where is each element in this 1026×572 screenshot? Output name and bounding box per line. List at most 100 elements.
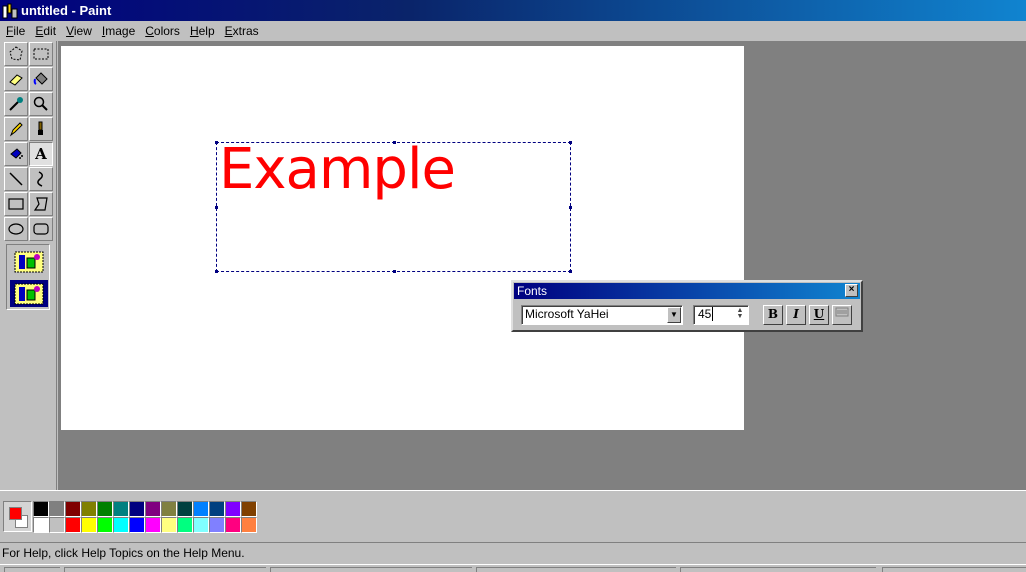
color-swatch[interactable] [49, 517, 65, 533]
color-swatch[interactable] [161, 501, 177, 517]
resize-handle[interactable] [569, 270, 572, 273]
color-swatch[interactable] [145, 517, 161, 533]
color-swatch[interactable] [81, 517, 97, 533]
resize-handle[interactable] [215, 270, 218, 273]
fill-bucket-icon [33, 72, 48, 85]
color-swatch[interactable] [33, 517, 49, 533]
taskbar-segment[interactable] [476, 567, 676, 572]
close-icon[interactable]: × [845, 284, 858, 297]
color-swatch[interactable] [33, 501, 49, 517]
color-swatch[interactable] [193, 517, 209, 533]
color-swatch[interactable] [113, 517, 129, 533]
fill-tool[interactable] [29, 67, 53, 91]
color-swatch[interactable] [161, 517, 177, 533]
rect-select-icon [33, 48, 49, 60]
menu-extras[interactable]: Extras [220, 22, 264, 40]
drawing-canvas[interactable]: Example [61, 46, 744, 430]
opaque-background-option[interactable] [10, 248, 48, 275]
magnifier-icon [33, 96, 48, 111]
font-size-input[interactable]: 45 ▲ ▼ [693, 305, 749, 325]
rounded-rect-tool[interactable] [29, 217, 53, 241]
taskbar-segment[interactable] [680, 567, 876, 572]
resize-handle[interactable] [393, 270, 396, 273]
color-swatch[interactable] [129, 501, 145, 517]
color-swatch[interactable] [177, 501, 193, 517]
transparent-background-option[interactable] [10, 280, 48, 307]
taskbar-segment[interactable] [270, 567, 472, 572]
color-picker-tool[interactable] [4, 92, 28, 116]
resize-handle[interactable] [569, 141, 572, 144]
italic-button[interactable]: I [786, 305, 806, 325]
resize-handle[interactable] [569, 206, 572, 209]
rectangle-tool[interactable] [4, 192, 28, 216]
canvas-text[interactable]: Example [219, 137, 456, 202]
color-swatch[interactable] [209, 517, 225, 533]
current-colors [3, 501, 32, 532]
eraser-tool[interactable] [4, 67, 28, 91]
paint-app-icon[interactable] [2, 3, 18, 19]
font-size-value: 45 [698, 307, 712, 321]
tool-options [6, 244, 50, 310]
ellipse-tool[interactable] [4, 217, 28, 241]
foreground-color[interactable] [9, 507, 22, 520]
color-swatch[interactable] [81, 501, 97, 517]
color-swatch[interactable] [193, 501, 209, 517]
chevron-down-icon[interactable]: ▼ [667, 307, 681, 323]
fonts-toolbar-title[interactable]: Fonts × [514, 283, 860, 299]
taskbar-segment[interactable] [4, 567, 60, 572]
menu-view[interactable]: View [61, 22, 97, 40]
pencil-tool[interactable] [4, 117, 28, 141]
status-text: For Help, click Help Topics on the Help … [2, 546, 245, 560]
vertical-text-icon [835, 307, 849, 317]
menu-colors[interactable]: Colors [140, 22, 185, 40]
color-swatch[interactable] [97, 517, 113, 533]
ellipse-icon [8, 223, 24, 235]
airbrush-tool[interactable] [4, 142, 28, 166]
menu-edit[interactable]: Edit [30, 22, 61, 40]
brush-tool[interactable] [29, 117, 53, 141]
color-swatch[interactable] [225, 501, 241, 517]
color-swatch[interactable] [225, 517, 241, 533]
text-tool[interactable]: A [29, 142, 53, 166]
taskbar-segment[interactable] [882, 567, 1026, 572]
underline-button[interactable]: U [809, 305, 829, 325]
color-swatch[interactable] [129, 517, 145, 533]
opaque-option-icon [14, 251, 44, 272]
title-bar: untitled - Paint [0, 0, 1026, 21]
color-swatch[interactable] [209, 501, 225, 517]
menu-file[interactable]: File [1, 22, 30, 40]
color-swatch[interactable] [177, 517, 193, 533]
bold-button[interactable]: B [763, 305, 783, 325]
color-swatch[interactable] [241, 501, 257, 517]
curve-icon [37, 171, 43, 187]
window-title: untitled - Paint [21, 3, 112, 18]
color-swatch[interactable] [241, 517, 257, 533]
free-select-tool[interactable] [4, 42, 28, 66]
transparent-option-icon [14, 283, 44, 304]
text-box[interactable]: Example [215, 137, 572, 273]
color-swatch[interactable] [65, 517, 81, 533]
resize-handle[interactable] [215, 206, 218, 209]
curve-tool[interactable] [29, 167, 53, 191]
taskbar-segment[interactable] [64, 567, 266, 572]
spin-arrows-icon[interactable]: ▲ ▼ [734, 307, 746, 322]
polygon-tool[interactable] [29, 192, 53, 216]
airbrush-icon [10, 148, 23, 159]
polygon-icon [33, 197, 48, 211]
resize-handle[interactable] [215, 141, 218, 144]
vertical-text-button[interactable] [832, 305, 852, 325]
color-swatch[interactable] [113, 501, 129, 517]
rect-select-tool[interactable] [29, 42, 53, 66]
pencil-icon [9, 122, 23, 137]
color-swatch[interactable] [49, 501, 65, 517]
color-swatch[interactable] [97, 501, 113, 517]
text-cursor [712, 307, 714, 321]
menu-image[interactable]: Image [97, 22, 140, 40]
line-tool[interactable] [4, 167, 28, 191]
menu-help[interactable]: Help [185, 22, 220, 40]
magnifier-tool[interactable] [29, 92, 53, 116]
color-swatch[interactable] [145, 501, 161, 517]
color-swatch[interactable] [65, 501, 81, 517]
status-bar: For Help, click Help Topics on the Help … [0, 542, 1026, 564]
font-name-select[interactable]: Microsoft YaHei ▼ [521, 305, 683, 325]
